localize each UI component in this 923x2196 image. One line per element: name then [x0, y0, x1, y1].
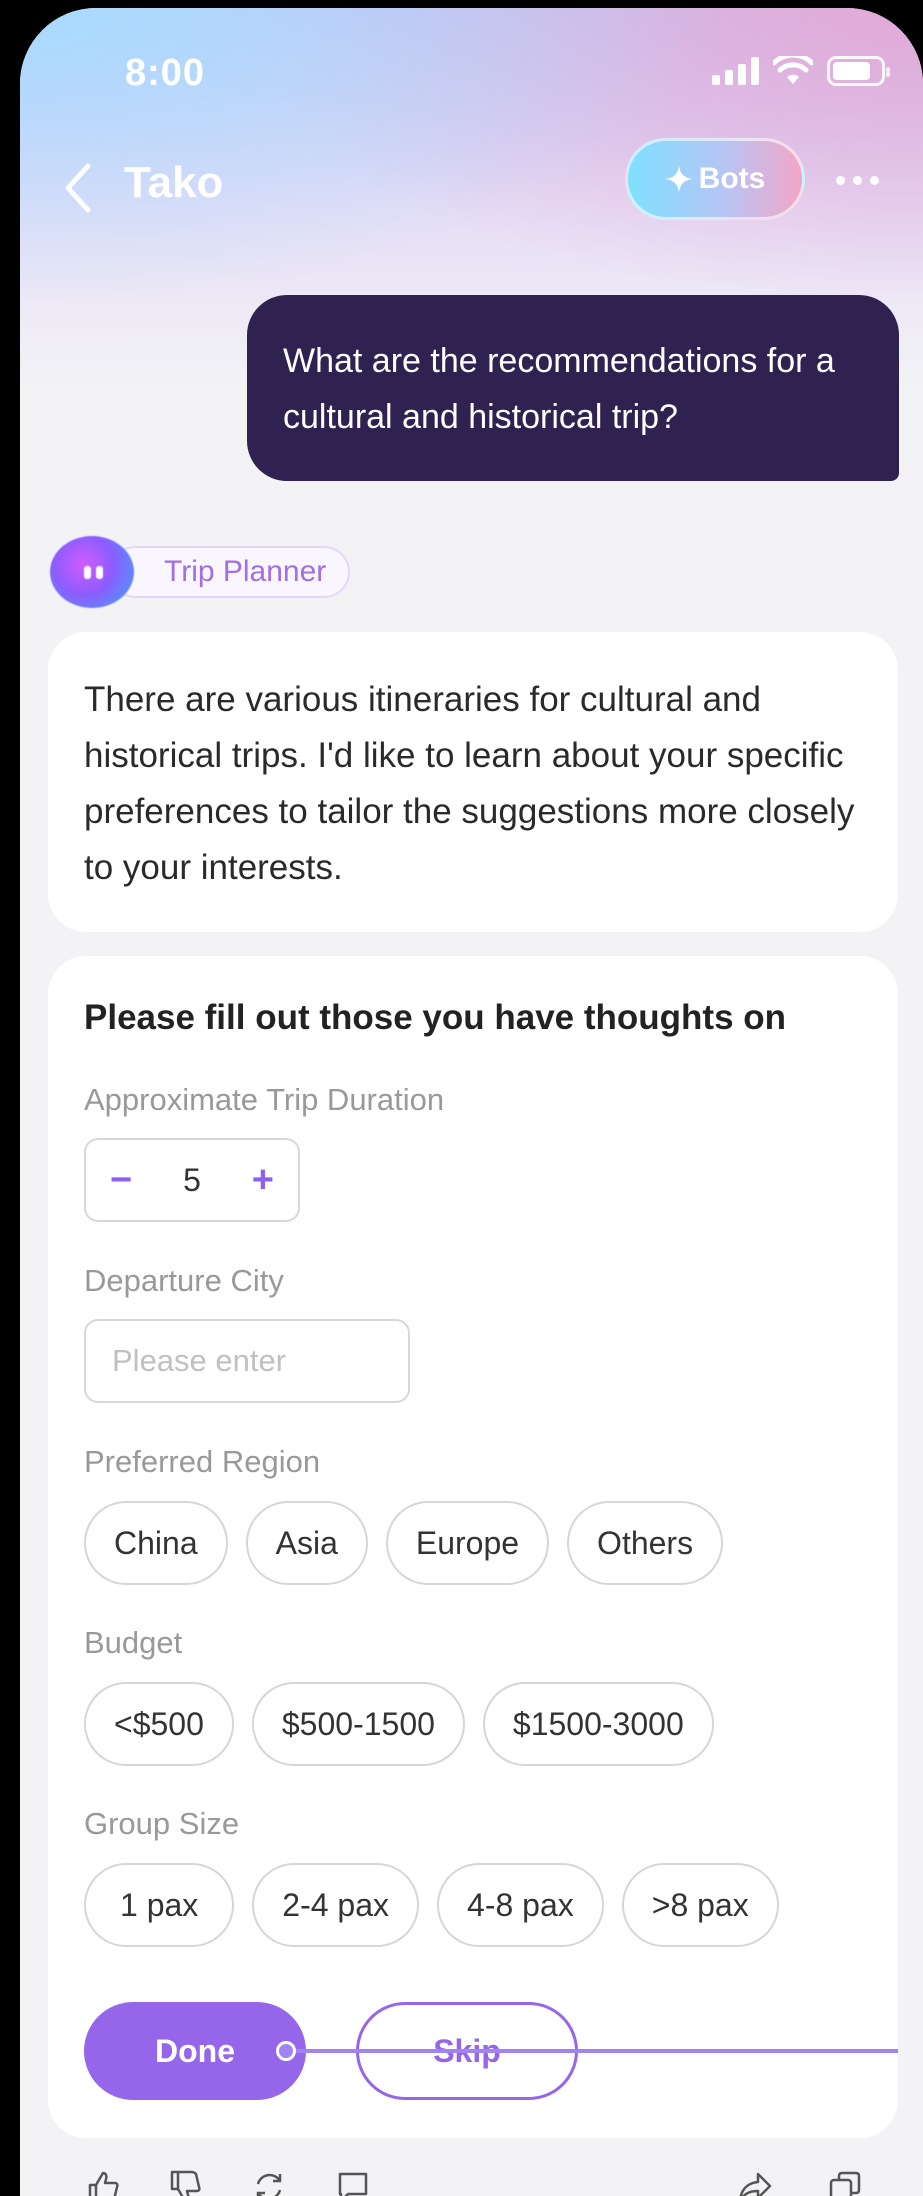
sparkle-icon	[664, 165, 693, 193]
region-option-china[interactable]: China	[84, 1501, 228, 1585]
duration-stepper: − 5 +	[84, 1138, 300, 1222]
regenerate-icon[interactable]	[252, 2170, 286, 2196]
swipe-gesture-line	[286, 2049, 898, 2053]
budget-option-under-500[interactable]: <$500	[84, 1682, 234, 1766]
region-options: China Asia Europe Others	[84, 1501, 724, 1585]
budget-label: Budget	[84, 1625, 183, 1660]
departure-city-input[interactable]	[84, 1319, 410, 1403]
bot-avatar	[50, 536, 134, 608]
done-button[interactable]: Done	[84, 2002, 306, 2100]
comment-icon[interactable]	[336, 2170, 370, 2196]
bots-label: Bots	[698, 162, 766, 195]
back-icon[interactable]	[58, 158, 98, 218]
phone-screen: 8:00 Tako Bots What are the recommendati…	[20, 8, 923, 2196]
budget-option-1500-3000[interactable]: $1500-3000	[482, 1682, 714, 1766]
status-time: 8:00	[125, 52, 206, 94]
bot-message-card: There are various itineraries for cultur…	[48, 632, 898, 932]
budget-option-500-1500[interactable]: $500-1500	[251, 1682, 465, 1766]
bot-name-tag[interactable]: Trip Planner	[110, 546, 351, 598]
more-options-icon[interactable]	[836, 176, 879, 185]
departure-city-label: Departure City	[84, 1263, 284, 1298]
form-title: Please fill out those you have thoughts …	[84, 998, 787, 1037]
thumbs-down-icon[interactable]	[168, 2170, 202, 2196]
region-option-asia[interactable]: Asia	[245, 1501, 368, 1585]
status-icons	[712, 56, 890, 86]
increment-button[interactable]: +	[252, 1159, 274, 1202]
group-option-8-plus[interactable]: >8 pax	[621, 1863, 779, 1947]
copy-icon[interactable]	[828, 2170, 862, 2196]
region-option-others[interactable]: Others	[567, 1501, 724, 1585]
duration-value: 5	[183, 1161, 201, 1198]
group-option-2-4[interactable]: 2-4 pax	[252, 1863, 420, 1947]
thumbs-up-icon[interactable]	[86, 2170, 120, 2196]
user-message-bubble: What are the recommendations for a cultu…	[247, 295, 899, 481]
group-option-4-8[interactable]: 4-8 pax	[437, 1863, 604, 1947]
touch-point-indicator	[276, 2041, 296, 2061]
group-option-1[interactable]: 1 pax	[84, 1863, 235, 1947]
decrement-button[interactable]: −	[110, 1159, 132, 1202]
group-size-options: 1 pax 2-4 pax 4-8 pax >8 pax	[84, 1863, 779, 1947]
budget-options: <$500 $500-1500 $1500-3000	[84, 1682, 714, 1766]
duration-label: Approximate Trip Duration	[84, 1082, 445, 1117]
share-icon[interactable]	[738, 2170, 772, 2196]
region-label: Preferred Region	[84, 1444, 321, 1479]
preferences-form: Please fill out those you have thoughts …	[48, 956, 898, 2138]
wifi-icon	[773, 56, 813, 84]
group-size-label: Group Size	[84, 1806, 240, 1841]
region-option-europe[interactable]: Europe	[385, 1501, 550, 1585]
bots-button[interactable]: Bots	[625, 138, 805, 220]
signal-icon	[712, 57, 759, 85]
chat-title: Tako	[124, 158, 224, 207]
battery-icon	[827, 56, 890, 86]
